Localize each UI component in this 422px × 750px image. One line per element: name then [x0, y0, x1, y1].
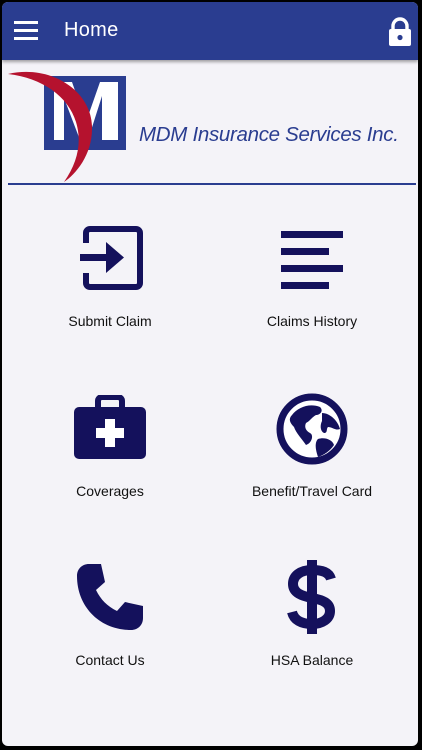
benefit-travel-card-tile[interactable]: Benefit/Travel Card — [212, 385, 412, 535]
dollar-icon — [287, 560, 336, 634]
list-icon — [281, 231, 343, 289]
submit-claim-tile[interactable]: Submit Claim — [10, 217, 210, 367]
tile-label: HSA Balance — [270, 652, 354, 668]
header-divider — [8, 183, 416, 185]
lock-icon[interactable] — [386, 17, 414, 47]
tile-label: Benefit/Travel Card — [251, 483, 373, 499]
company-header: MDM Insurance Services Inc. — [2, 62, 418, 184]
contact-us-tile[interactable]: Contact Us — [10, 554, 210, 704]
claims-history-tile[interactable]: Claims History — [212, 217, 412, 367]
globe-icon — [276, 393, 348, 465]
submit-claim-icon — [80, 226, 143, 290]
page-title: Home — [64, 19, 119, 41]
app-bar: Home — [2, 2, 418, 60]
medical-kit-icon — [74, 395, 146, 459]
phone-icon — [77, 564, 143, 630]
tile-label: Claims History — [266, 313, 358, 329]
hsa-balance-tile[interactable]: HSA Balance — [212, 554, 412, 704]
coverages-tile[interactable]: Coverages — [10, 385, 210, 535]
tile-label: Coverages — [76, 483, 144, 499]
company-name: MDM Insurance Services Inc. — [139, 123, 399, 146]
tile-label: Submit Claim — [68, 313, 152, 329]
tile-label: Contact Us — [75, 652, 145, 668]
hamburger-menu-icon[interactable] — [14, 20, 42, 42]
app-screen: Home MDM Insurance Services Inc. Submit … — [2, 2, 418, 746]
company-logo — [8, 71, 126, 182]
